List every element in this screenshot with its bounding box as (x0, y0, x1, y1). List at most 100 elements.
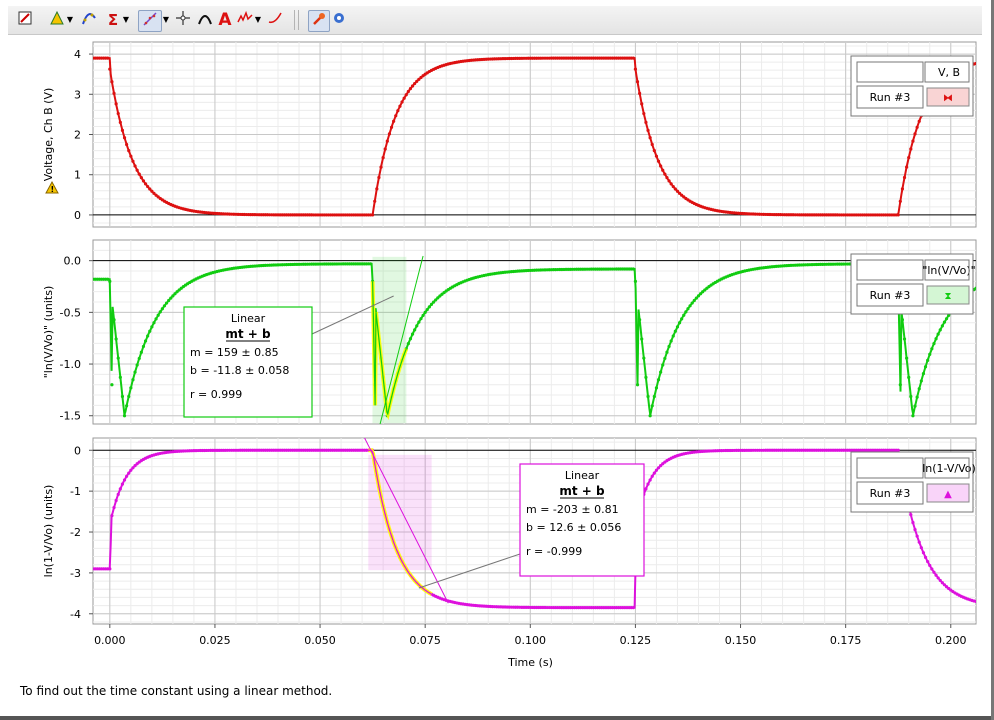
data-point (129, 386, 133, 390)
y-tick-label: 3 (74, 88, 81, 101)
data-point (928, 352, 932, 356)
data-point (133, 370, 137, 374)
data-point (406, 341, 410, 346)
legend-header: ln(1-V/Vo) (922, 462, 976, 475)
fit-correlation: r = 0.999 (190, 388, 242, 401)
data-point (907, 156, 911, 160)
data-point (633, 279, 638, 283)
data-point (905, 356, 909, 360)
data-point (640, 337, 644, 341)
data-point (404, 93, 408, 97)
data-point (413, 328, 417, 332)
data-point (118, 120, 122, 124)
y-tick-label: 2 (74, 129, 81, 142)
data-point (148, 329, 152, 333)
data-point (684, 310, 688, 314)
data-point (913, 528, 917, 532)
fit-title: Linear (231, 312, 266, 325)
data-point (938, 328, 942, 332)
data-point (110, 514, 114, 518)
data-point (905, 165, 909, 169)
data-point (120, 482, 125, 486)
data-point (654, 468, 659, 472)
data-point (919, 379, 923, 383)
data-point (108, 67, 112, 71)
data-point (131, 378, 135, 382)
legend-header: V, B (938, 66, 960, 79)
legend-symbol: ⧗ (944, 291, 951, 302)
data-point (654, 386, 659, 390)
data-point (631, 56, 635, 60)
y-tick-label: -4 (70, 608, 81, 621)
data-point (909, 394, 913, 399)
data-point (913, 132, 917, 136)
data-point (896, 213, 900, 217)
data-point (631, 267, 635, 271)
data-point (156, 313, 160, 317)
data-point (396, 109, 400, 113)
graph-area[interactable]: 0 1 2 3 4 Voltage, Ch B (V)! V, B Run #3 ⧓ 0.0 -0.… (0, 0, 994, 680)
data-point (663, 172, 667, 176)
data-point (125, 474, 129, 478)
data-point (642, 111, 646, 116)
data-point (650, 474, 654, 478)
data-point (923, 365, 928, 369)
data-point (934, 337, 938, 341)
data-point (125, 404, 129, 408)
data-point (646, 394, 650, 399)
data-point (909, 147, 913, 151)
data-point (907, 375, 911, 379)
data-point (127, 471, 131, 475)
data-point (661, 168, 665, 172)
data-point (631, 606, 635, 610)
data-point (656, 159, 661, 163)
y-tick-label: 0.0 (64, 255, 82, 268)
legend: "ln(V/Vo)" Run #3 ⧗ (850, 253, 976, 315)
data-point (932, 341, 936, 346)
data-point (408, 87, 413, 91)
data-point (648, 478, 652, 482)
data-point (656, 378, 661, 382)
data-point (381, 156, 385, 160)
data-point (408, 337, 413, 341)
x-tick-label: 0.025 (199, 634, 231, 647)
fit-title: Linear (565, 469, 600, 482)
data-point (116, 111, 120, 116)
data-point (911, 139, 915, 143)
data-point (158, 310, 162, 314)
data-point (131, 159, 135, 163)
data-point (688, 304, 692, 308)
data-point (154, 317, 158, 321)
data-point (650, 404, 654, 408)
y-tick-label: 0 (74, 444, 81, 457)
data-point (974, 286, 976, 290)
fit-intercept: b = -11.8 ± 0.058 (190, 364, 289, 377)
data-point (923, 555, 928, 559)
data-point (898, 199, 902, 203)
data-point (917, 119, 921, 123)
data-point (652, 394, 656, 399)
svg-text:!: ! (51, 185, 55, 194)
data-point (900, 318, 905, 322)
y-tick-label: -1.0 (60, 358, 81, 371)
legend: V, B Run #3 ⧓ (850, 55, 974, 117)
data-point (915, 125, 919, 129)
data-point (921, 372, 926, 376)
data-point (410, 332, 415, 336)
data-point (669, 339, 673, 343)
data-point (146, 334, 150, 338)
data-point (896, 448, 900, 452)
data-point (936, 332, 940, 336)
data-point (936, 576, 940, 580)
data-point (644, 487, 648, 491)
data-point (898, 383, 902, 387)
data-point (167, 298, 171, 303)
legend-run-label: Run #3 (870, 487, 911, 500)
data-point (110, 80, 114, 84)
data-point (139, 350, 143, 354)
data-point (127, 394, 131, 399)
data-point (118, 375, 122, 379)
data-point (421, 313, 425, 318)
data-point (638, 318, 642, 322)
y-axis-label: Voltage, Ch B (V) (42, 88, 55, 182)
